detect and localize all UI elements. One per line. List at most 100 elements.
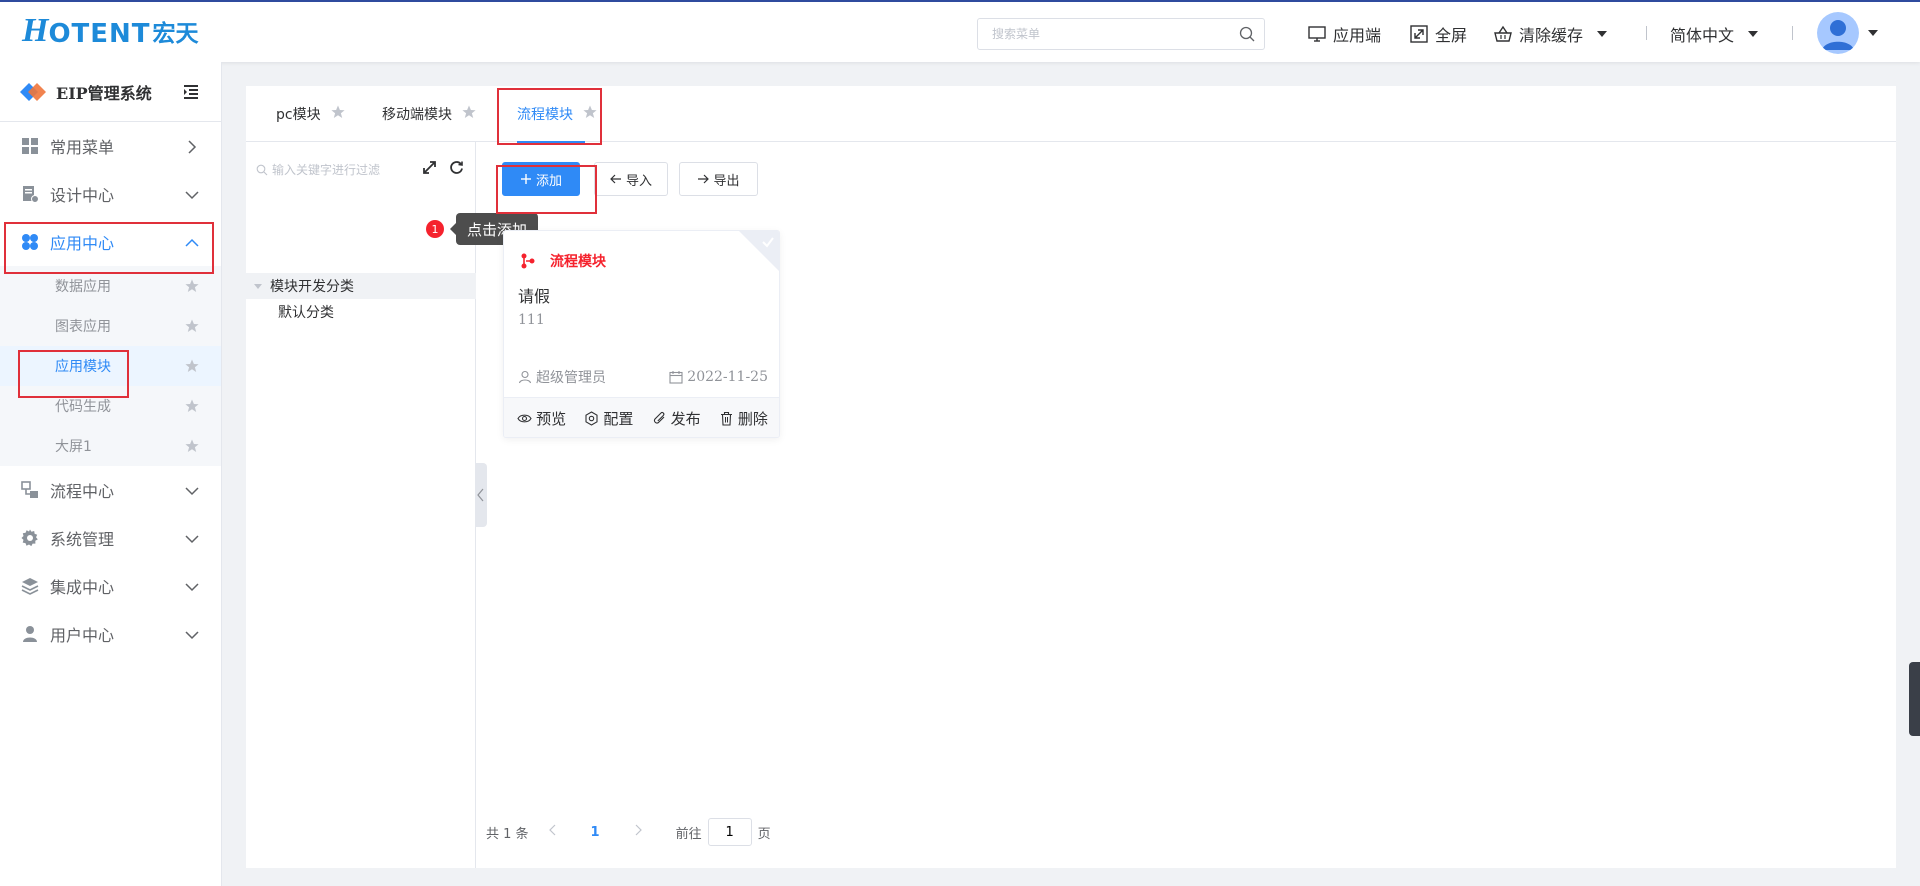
tree-node-root[interactable]: 模块开发分类 [246, 273, 476, 299]
panel-collapse-handle[interactable] [475, 463, 487, 527]
menu-app-center[interactable]: 应用中心 [0, 218, 221, 266]
grid-icon [20, 136, 40, 156]
next-page-icon[interactable] [634, 824, 642, 840]
app-client-button[interactable]: 应用端 [1307, 22, 1381, 46]
collapse-menu-icon[interactable] [183, 84, 199, 104]
tree-node-default[interactable]: 默认分类 [246, 299, 476, 325]
search-icon [256, 164, 268, 176]
menu-common[interactable]: 常用菜单 [0, 122, 221, 170]
page-number[interactable]: 1 [591, 825, 600, 840]
tree-node-label: 默认分类 [278, 305, 334, 321]
guide-step-badge: 1 [426, 220, 444, 238]
module-card[interactable]: 流程模块 请假 111 超级管理员 2022-11-25 预览 配置 发布 删除 [503, 230, 780, 438]
card-date-value: 2022-11-25 [687, 369, 768, 385]
user-icon [518, 370, 532, 384]
sub-item-label: 代码生成 [55, 399, 111, 415]
star-icon[interactable] [185, 279, 199, 297]
tab-flow-module[interactable]: 流程模块 [517, 86, 597, 143]
paperclip-icon [653, 412, 664, 424]
language-label: 简体中文 [1670, 26, 1735, 45]
card-description: 111 [518, 312, 545, 328]
preview-button[interactable]: 预览 [517, 408, 566, 429]
star-icon[interactable] [185, 399, 199, 417]
sub-item-app-module[interactable]: 应用模块 [0, 346, 221, 386]
user-avatar[interactable] [1817, 12, 1859, 54]
sub-item-data-app[interactable]: 数据应用 [0, 266, 221, 306]
hotent-logo[interactable]: H OTENT 宏天 [22, 14, 199, 49]
expand-icon[interactable] [422, 160, 437, 179]
config-button[interactable]: 配置 [584, 408, 633, 429]
refresh-icon[interactable] [449, 160, 464, 179]
goto-page-input[interactable] [707, 818, 752, 846]
fullscreen-label: 全屏 [1435, 26, 1468, 45]
page-suffix: 页 [757, 826, 771, 842]
import-button-label: 导入 [625, 173, 652, 189]
user-icon [20, 624, 40, 644]
total-count: 共 1 条 [486, 826, 529, 842]
side-floating-widget[interactable] [1909, 662, 1920, 736]
menu-user-center[interactable]: 用户中心 [0, 610, 221, 658]
card-date: 2022-11-25 [669, 367, 768, 387]
star-icon[interactable] [330, 105, 345, 123]
sub-item-code-gen[interactable]: 代码生成 [0, 386, 221, 426]
menu-common-label: 常用菜单 [50, 138, 115, 157]
tab-mobile-module[interactable]: 移动端模块 [382, 86, 476, 142]
export-button[interactable]: 导出 [679, 162, 758, 196]
menu-flow-center[interactable]: 流程中心 [0, 466, 221, 514]
arrow-left-icon [610, 174, 621, 184]
star-icon[interactable] [185, 359, 199, 377]
chevron-down-icon [185, 627, 199, 646]
sub-item-chart-app[interactable]: 图表应用 [0, 306, 221, 346]
caret-down-icon[interactable] [254, 283, 262, 289]
check-icon[interactable] [761, 235, 775, 253]
star-icon[interactable] [185, 439, 199, 457]
category-tree-panel: 模块开发分类 默认分类 [246, 142, 476, 868]
menu-integration-center[interactable]: 集成中心 [0, 562, 221, 610]
system-title-bar: EIP管理系统 [0, 62, 221, 122]
menu-integration-center-label: 集成中心 [50, 578, 115, 597]
plus-icon [520, 174, 531, 184]
app-center-submenu: 数据应用 图表应用 应用模块 代码生成 大屏1 [0, 266, 221, 466]
tab-label: 移动端模块 [382, 107, 452, 123]
user-menu-chevron-icon[interactable] [1868, 30, 1878, 36]
user-avatar-icon [1817, 12, 1859, 54]
tab-label: pc模块 [276, 107, 321, 123]
fullscreen-icon [1410, 25, 1428, 43]
import-button[interactable]: 导入 [594, 162, 668, 196]
tree-filter-input[interactable] [272, 163, 402, 177]
menu-system-mgmt[interactable]: 系统管理 [0, 514, 221, 562]
basket-icon [1494, 25, 1512, 42]
fullscreen-button[interactable]: 全屏 [1409, 22, 1467, 46]
sidebar: EIP管理系统 常用菜单 设计中心 应用中心 数据应用 图表应用 应用模块 代码… [0, 62, 222, 886]
delete-button[interactable]: 删除 [719, 408, 768, 429]
menu-design-center[interactable]: 设计中心 [0, 170, 221, 218]
star-icon[interactable] [185, 319, 199, 337]
clear-cache-label: 清除缓存 [1519, 26, 1584, 45]
prev-page-icon[interactable] [548, 824, 557, 840]
module-tabs: pc模块 移动端模块 流程模块 [246, 86, 1896, 143]
menu-search-box [977, 18, 1265, 50]
chevron-down-icon [1597, 31, 1608, 37]
tab-pc-module[interactable]: pc模块 [276, 86, 345, 142]
language-dropdown[interactable]: 简体中文 [1670, 22, 1759, 46]
monitor-icon [1308, 26, 1326, 42]
eye-icon [517, 414, 532, 423]
settings-icon [585, 411, 598, 426]
sub-item-label: 应用模块 [55, 359, 111, 375]
card-title: 请假 [518, 287, 551, 306]
publish-button[interactable]: 发布 [652, 408, 701, 429]
add-button[interactable]: 添加 [502, 162, 580, 196]
preview-label: 预览 [536, 410, 567, 428]
card-meta: 超级管理员 2022-11-25 [518, 367, 768, 387]
star-icon[interactable] [462, 105, 476, 123]
chevron-down-icon [185, 531, 199, 550]
search-icon[interactable] [1238, 25, 1256, 47]
goto-label: 前往 [675, 826, 702, 842]
clear-cache-dropdown[interactable]: 清除缓存 [1493, 22, 1608, 46]
chevron-down-icon [185, 579, 199, 598]
menu-search-input[interactable] [978, 19, 1218, 49]
star-icon[interactable] [583, 105, 597, 123]
chevron-right-icon [185, 139, 199, 158]
chevron-down-icon [1748, 31, 1759, 37]
sub-item-big-screen[interactable]: 大屏1 [0, 426, 221, 466]
